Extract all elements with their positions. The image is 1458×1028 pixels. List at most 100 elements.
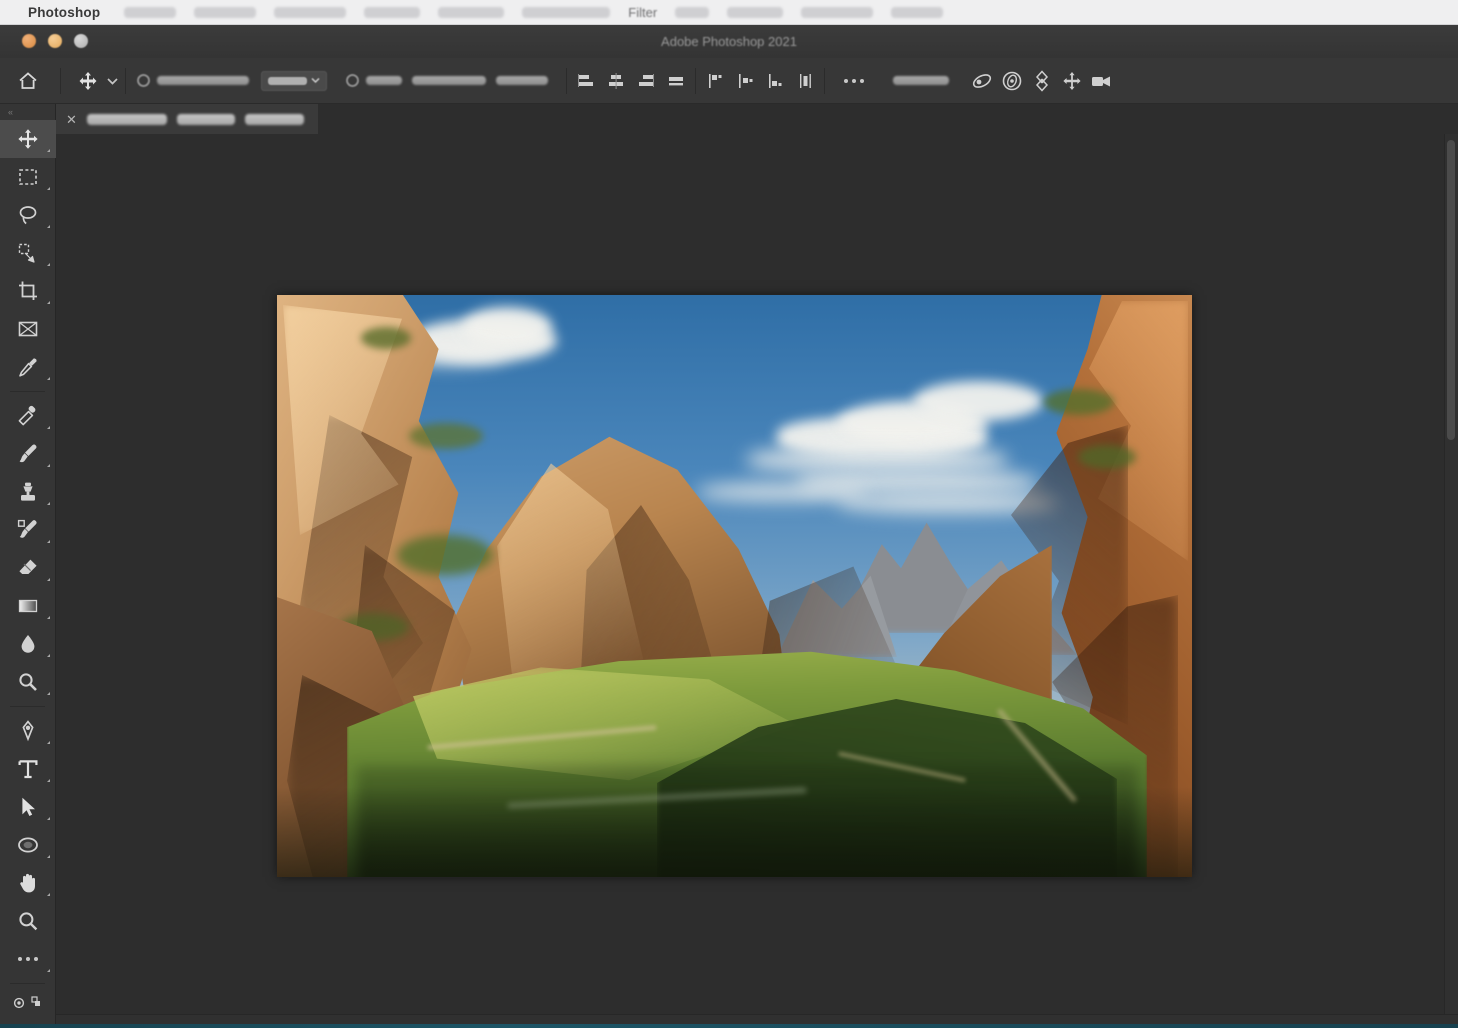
align-right-button[interactable] [631,66,661,96]
tool-brush[interactable] [0,435,56,473]
tool-crop[interactable] [0,272,56,310]
3d-drag-button[interactable] [1057,66,1087,96]
menu-item-blurred-2[interactable] [194,7,256,18]
eraser-icon [16,556,40,580]
menu-item-blurred-5[interactable] [438,7,504,18]
tool-flyout-indicator [47,149,50,152]
tool-marquee[interactable] [0,158,56,196]
tool-flyout-indicator [47,502,50,505]
document-tab-strip[interactable]: ✕ [56,104,1458,134]
tool-eyedropper[interactable] [0,348,56,386]
align-left-button[interactable] [571,66,601,96]
tool-flyout-indicator [47,893,50,896]
tool-default-colors[interactable] [0,989,56,1015]
ellipsis-icon [18,957,38,961]
window-bottom-accent [0,1024,1458,1028]
menu-item-filter[interactable]: Filter [628,5,657,20]
menu-item-blurred-3[interactable] [274,7,346,18]
tool-flyout-indicator [47,426,50,429]
tool-flyout-indicator [47,540,50,543]
3d-drag-icon [1060,69,1084,93]
menu-item-blurred-9[interactable] [801,7,873,18]
menu-item-blurred-6[interactable] [522,7,610,18]
image-bottom-vignette [277,787,1192,877]
document-canvas-frame[interactable] [277,295,1192,877]
close-icon[interactable]: ✕ [66,113,77,126]
more-options-button[interactable] [839,66,869,96]
tool-zoom[interactable] [0,902,56,940]
auto-select-checkbox[interactable] [137,74,150,87]
tool-shape[interactable] [0,826,56,864]
tool-edit-toolbar[interactable] [0,940,56,978]
layer-group-value [268,77,307,85]
options-bar[interactable] [0,58,1458,104]
tool-frame[interactable] [0,310,56,348]
document-color-mode [245,114,304,125]
options-divider-2 [125,68,126,94]
tool-gradient[interactable] [0,587,56,625]
right-cliff-veg-2 [1078,445,1136,469]
zion-canyon-image[interactable] [277,295,1192,877]
menu-item-blurred-10[interactable] [891,7,943,18]
brush-icon [16,442,40,466]
cloud-8 [913,381,1043,421]
rectangular-marquee-icon [16,165,40,189]
tool-flyout-indicator [47,464,50,467]
home-button[interactable] [0,58,56,104]
tools-divider-2 [10,706,45,707]
3d-rotate-button[interactable] [967,66,997,96]
type-icon [16,757,40,781]
tools-panel-grip[interactable]: « [0,104,55,120]
tool-hand[interactable] [0,864,56,902]
cloud-2 [462,307,552,347]
move-tool-icon [77,70,99,92]
right-cliff-veg-1 [1044,389,1114,415]
distribute-vertical-button[interactable] [790,66,820,96]
tool-flyout-indicator [47,855,50,858]
tool-spot-healing[interactable] [0,397,56,435]
tool-flyout-indicator [47,187,50,190]
show-transform-checkbox[interactable] [346,74,359,87]
distribute-middle-button[interactable] [730,66,760,96]
tool-flyout-indicator [47,301,50,304]
tool-quick-selection[interactable] [0,234,56,272]
canvas-vertical-scrollbar[interactable] [1444,134,1458,1028]
3d-camera-button[interactable] [1087,66,1117,96]
document-tab[interactable]: ✕ [56,104,318,134]
menu-item-blurred-8[interactable] [727,7,783,18]
tool-history-brush[interactable] [0,511,56,549]
tools-panel[interactable]: « [0,104,56,1028]
menu-item-photoshop[interactable]: Photoshop [28,5,100,20]
tool-pen[interactable] [0,712,56,750]
tool-eraser[interactable] [0,549,56,587]
active-tool-button[interactable] [73,66,103,96]
vertical-scroll-thumb[interactable] [1447,140,1455,440]
menu-item-blurred-4[interactable] [364,7,420,18]
tool-blur[interactable] [0,625,56,663]
pen-icon [16,719,40,743]
tool-clone-stamp[interactable] [0,473,56,511]
align-bottom-button[interactable] [661,66,691,96]
distribute-top-button[interactable] [700,66,730,96]
3d-slide-icon [1030,69,1054,93]
tool-lasso[interactable] [0,196,56,234]
layer-group-select[interactable] [261,71,327,91]
tool-dodge[interactable] [0,663,56,701]
tool-move[interactable] [0,120,56,158]
distribute-bottom-icon [765,71,785,91]
align-center-horizontal-button[interactable] [601,66,631,96]
distribute-bottom-button[interactable] [760,66,790,96]
tool-preset-chevron-button[interactable] [103,66,121,96]
title-bar: Adobe Photoshop 2021 [0,25,1458,58]
canvas-work-area[interactable] [56,134,1458,1028]
tool-type[interactable] [0,750,56,788]
tool-path-selection[interactable] [0,788,56,826]
align-right-icon [636,71,656,91]
tool-flyout-indicator [47,654,50,657]
3d-slide-button[interactable] [1027,66,1057,96]
menu-item-blurred-1[interactable] [124,7,176,18]
menu-item-blurred-7[interactable] [675,7,709,18]
mac-menu-bar[interactable]: Photoshop Filter [0,0,1458,25]
3d-roll-button[interactable] [997,66,1027,96]
blur-droplet-icon [16,632,40,656]
